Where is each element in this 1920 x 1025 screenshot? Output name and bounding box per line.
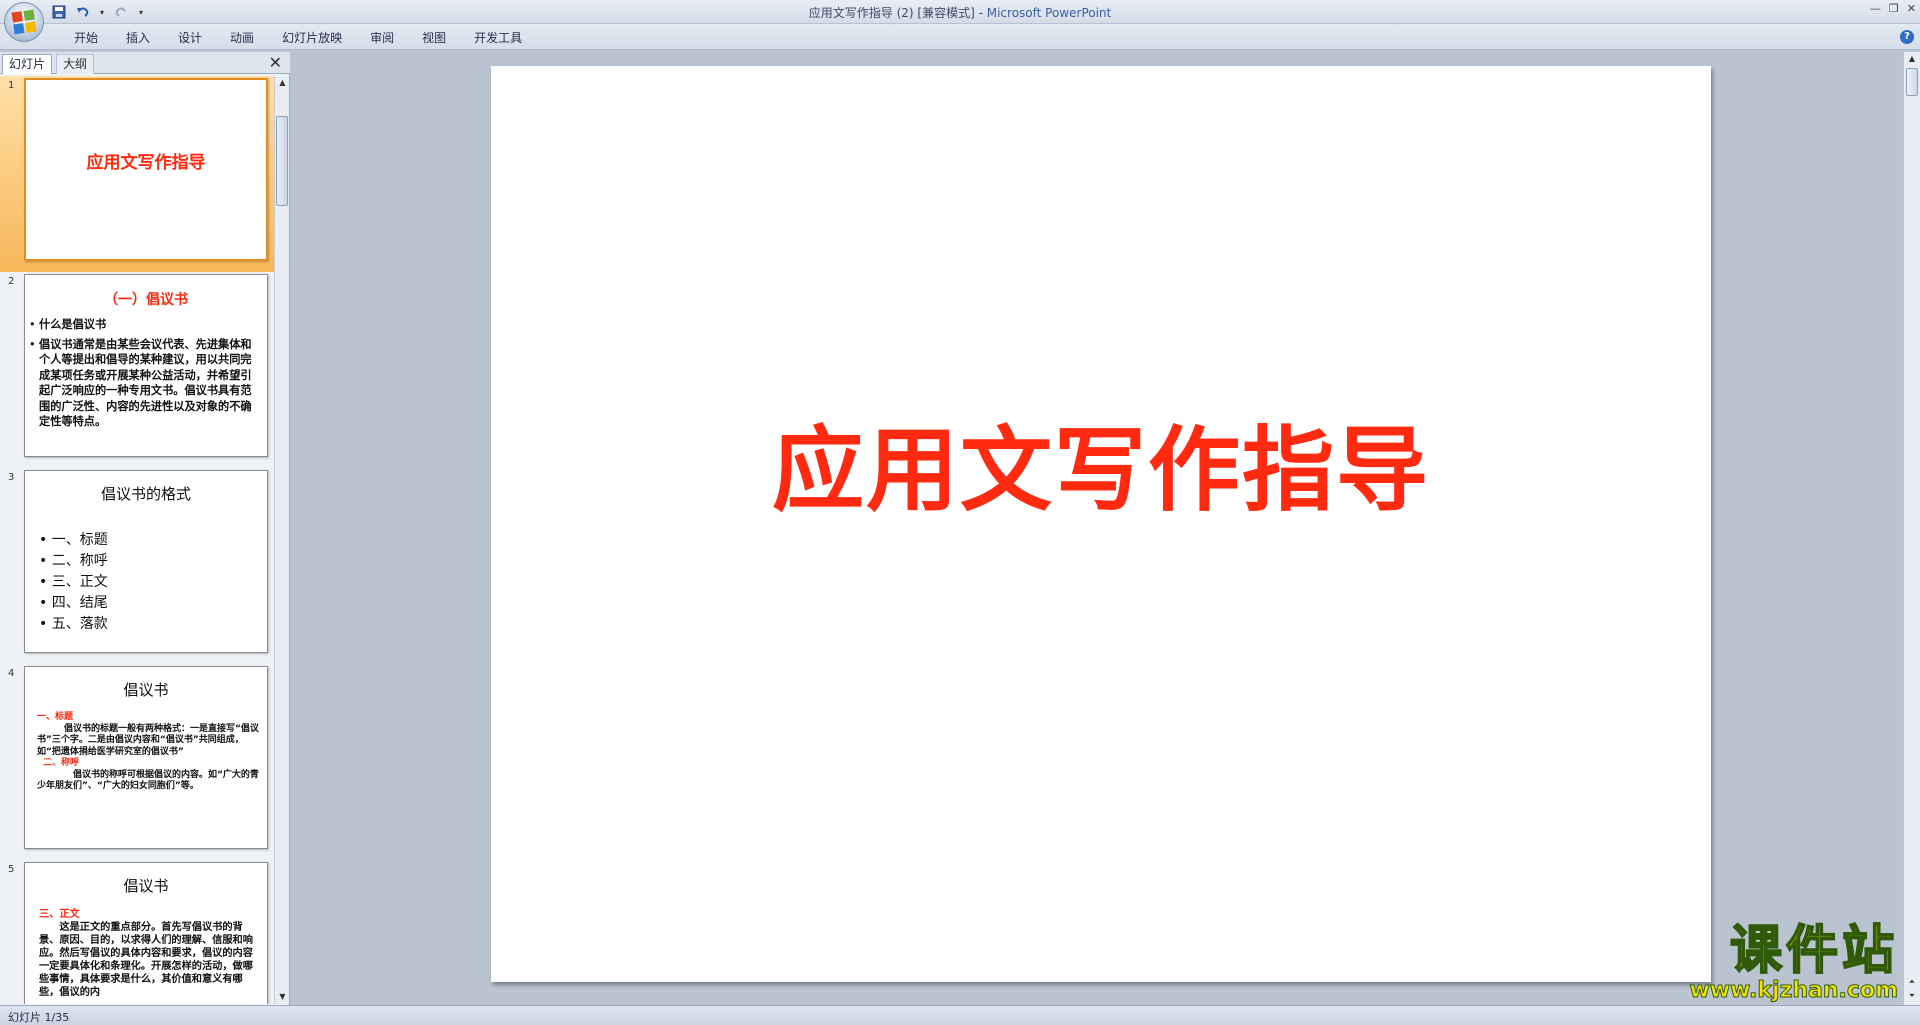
scroll-up-icon[interactable]: ▲ (275, 76, 290, 90)
tab-home[interactable]: 开始 (60, 29, 112, 47)
tab-design[interactable]: 设计 (164, 29, 216, 47)
thumbnail-number: 2 (8, 276, 15, 287)
scrollbar-thumb[interactable] (276, 116, 288, 206)
watermark-logo: 课件站 www.kjzhan.com (1658, 921, 1899, 1003)
tab-animations[interactable]: 动画 (216, 29, 268, 47)
slide-thumbnail-3[interactable]: 倡议书的格式 一、标题 二、称呼 三、正文 四、结尾 五、落款 (24, 470, 268, 653)
thumbnail-number: 4 (8, 668, 15, 679)
thumbnail-body: 三、正文 这是正文的重点部分。首先写倡议书的背景、原因、目的，以求得人们的理解、… (25, 908, 267, 999)
title-separator: - (974, 6, 987, 20)
tab-developer[interactable]: 开发工具 (460, 29, 536, 47)
tab-view[interactable]: 视图 (408, 29, 460, 47)
app-name: Microsoft PowerPoint (986, 6, 1112, 20)
thumbnail-list: 一、标题 二、称呼 三、正文 四、结尾 五、落款 (25, 530, 267, 635)
list-item: 五、落款 (39, 614, 267, 635)
thumbnail-heading: （一）倡议书 (104, 292, 188, 308)
tab-insert[interactable]: 插入 (112, 29, 164, 47)
scroll-up-icon[interactable]: ▲ (1904, 52, 1920, 66)
status-bar: 幻灯片 1/35 (0, 1005, 1920, 1025)
slide-thumbnail-4[interactable]: 倡议书 一、标题 倡议书的标题一般有两种格式：一是直接写“倡议书”三个字。二是由… (24, 666, 268, 849)
slides-panel: 幻灯片 大纲 ✕ 1 应用文写作指导 2 （一）倡议书 什么是倡议书 倡议书通常… (0, 52, 290, 1005)
panel-tabs: 幻灯片 大纲 ✕ (0, 52, 290, 74)
tab-review[interactable]: 审阅 (356, 29, 408, 47)
thumbnail-body: 一、标题 倡议书的标题一般有两种格式：一是直接写“倡议书”三个字。二是由倡议内容… (25, 712, 267, 793)
close-icon[interactable]: ✕ (1907, 2, 1916, 15)
tab-slideshow[interactable]: 幻灯片放映 (268, 29, 356, 47)
tab-slides[interactable]: 幻灯片 (2, 54, 53, 74)
slide-editor: 应用文写作指导 (291, 52, 1901, 1005)
paragraph: 这是正文的重点部分。首先写倡议书的背景、原因、目的，以求得人们的理解、信服和响应… (39, 922, 253, 998)
title-bar: ▾ ▾ 应用文写作指导 (2) [兼容模式] - Microsoft Power… (0, 0, 1920, 24)
office-button[interactable] (4, 2, 44, 42)
slide-thumbnail-2[interactable]: （一）倡议书 什么是倡议书 倡议书通常是由某些会议代表、先进集体和个人等提出和倡… (24, 274, 268, 457)
window-title: 应用文写作指导 (2) [兼容模式] - Microsoft PowerPoin… (0, 4, 1920, 21)
scrollbar-thumb[interactable] (1906, 68, 1918, 96)
tab-outline[interactable]: 大纲 (56, 54, 95, 74)
paragraph: 倡议书的称呼可根据倡议的内容。如“广大的青少年朋友们”、“广大的妇女同胞们”等。 (37, 769, 259, 792)
list-item: 二、称呼 (39, 551, 267, 572)
panel-close-icon[interactable]: ✕ (269, 54, 282, 72)
help-icon[interactable]: ? (1900, 30, 1914, 44)
previous-slide-icon[interactable]: ⏶ (1904, 975, 1920, 989)
watermark-text: 课件站 (1729, 921, 1898, 981)
bullet-item: 什么是倡议书 (29, 317, 261, 333)
thumbnail-number: 3 (8, 472, 15, 483)
editor-scrollbar[interactable]: ▲ ⏶ ⏷ (1903, 52, 1920, 1005)
scroll-down-icon[interactable]: ▼ (275, 990, 290, 1004)
list-item: 三、正文 (39, 572, 267, 593)
subheading: 三、正文 (39, 909, 80, 920)
thumbnails-scrollbar[interactable]: ▲ ▼ (274, 76, 289, 1004)
office-logo-icon (11, 9, 37, 35)
ribbon: 开始 插入 设计 动画 幻灯片放映 审阅 视图 开发工具 ? (0, 24, 1920, 50)
thumbnail-row-3[interactable]: 3 倡议书的格式 一、标题 二、称呼 三、正文 四、结尾 五、落款 (0, 468, 274, 664)
minimize-icon[interactable]: — (1870, 2, 1881, 15)
thumbnail-heading: 倡议书的格式 (100, 485, 191, 503)
subheading: 二、称呼 (43, 758, 80, 768)
thumbnail-row-2[interactable]: 2 （一）倡议书 什么是倡议书 倡议书通常是由某些会议代表、先进集体和个人等提出… (0, 272, 274, 468)
thumbnail-bullets: 什么是倡议书 倡议书通常是由某些会议代表、先进集体和个人等提出和倡导的某种建议，… (25, 317, 267, 430)
bullet-item: 倡议书通常是由某些会议代表、先进集体和个人等提出和倡导的某种建议，用以共同完成某… (29, 337, 261, 430)
slide-thumbnail-1[interactable]: 应用文写作指导 (24, 78, 268, 261)
current-slide[interactable]: 应用文写作指导 (491, 66, 1711, 982)
thumbnail-row-4[interactable]: 4 倡议书 一、标题 倡议书的标题一般有两种格式：一是直接写“倡议书”三个字。二… (0, 664, 274, 860)
slide-title[interactable]: 应用文写作指导 (491, 396, 1711, 529)
thumbnail-number: 5 (8, 864, 15, 875)
slide-indicator: 幻灯片 1/35 (8, 1011, 70, 1024)
thumbnail-heading: 倡议书 (123, 877, 169, 895)
list-item: 四、结尾 (39, 593, 267, 614)
restore-icon[interactable]: ❐ (1889, 2, 1899, 15)
list-item: 一、标题 (39, 530, 267, 551)
document-title: 应用文写作指导 (2) [兼容模式] (808, 6, 975, 20)
slide-thumbnail-5[interactable]: 倡议书 三、正文 这是正文的重点部分。首先写倡议书的背景、原因、目的，以求得人们… (24, 862, 268, 1004)
thumbnail-row-5[interactable]: 5 倡议书 三、正文 这是正文的重点部分。首先写倡议书的背景、原因、目的，以求得… (0, 860, 274, 1004)
thumbnail-number: 1 (8, 80, 15, 91)
next-slide-icon[interactable]: ⏷ (1904, 989, 1920, 1003)
subheading: 一、标题 (37, 712, 74, 722)
paragraph: 倡议书的标题一般有两种格式：一是直接写“倡议书”三个字。二是由倡议内容和“倡议书… (37, 723, 259, 757)
window-controls: — ❐ ✕ (1870, 2, 1916, 15)
ribbon-tabs: 开始 插入 设计 动画 幻灯片放映 审阅 视图 开发工具 (60, 29, 536, 47)
watermark-url: www.kjzhan.com (1689, 978, 1899, 1003)
thumbnail-heading: 倡议书 (123, 681, 169, 699)
slide-thumbnails: 1 应用文写作指导 2 （一）倡议书 什么是倡议书 倡议书通常是由某些会议代表、… (0, 76, 274, 1004)
thumbnail-title: 应用文写作指导 (86, 153, 206, 173)
thumbnail-row-1[interactable]: 1 应用文写作指导 (0, 76, 274, 272)
